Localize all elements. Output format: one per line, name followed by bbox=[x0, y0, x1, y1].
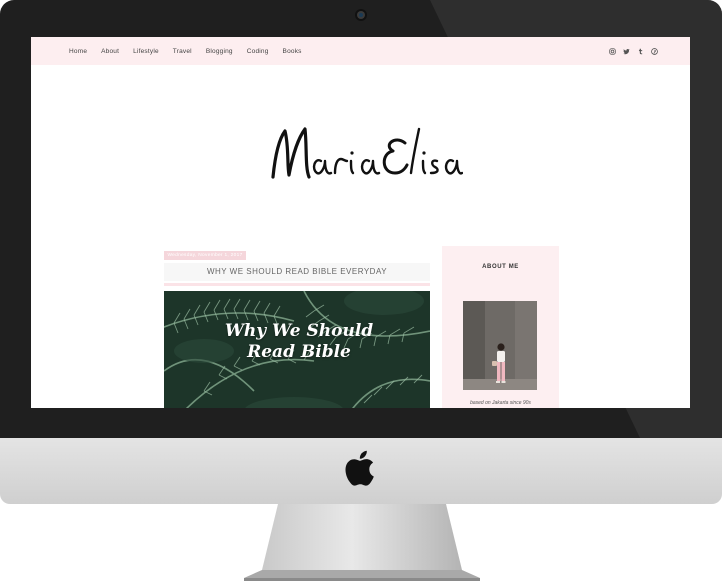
nav-item-books[interactable]: Books bbox=[283, 48, 302, 55]
main-menu: Home About Lifestyle Travel Blogging Cod… bbox=[69, 37, 302, 65]
site-logo[interactable] bbox=[263, 117, 463, 189]
social-links bbox=[609, 37, 658, 65]
pinterest-icon[interactable] bbox=[651, 47, 658, 55]
post-title[interactable]: WHY WE SHOULD READ BIBLE EVERYDAY bbox=[164, 263, 430, 281]
camera-icon bbox=[357, 11, 365, 19]
instagram-icon[interactable] bbox=[609, 47, 616, 55]
twitter-icon[interactable] bbox=[623, 48, 630, 55]
profile-photo bbox=[463, 301, 537, 390]
post-date: Wednesday, November 1, 2017 bbox=[164, 251, 246, 260]
nav-item-coding[interactable]: Coding bbox=[247, 48, 269, 55]
post-image-caption: Why We Should Read Bible bbox=[224, 321, 374, 362]
apple-logo-icon bbox=[345, 450, 374, 486]
nav-item-blogging[interactable]: Blogging bbox=[206, 48, 233, 55]
nav-item-lifestyle[interactable]: Lifestyle bbox=[133, 48, 159, 55]
nav-item-home[interactable]: Home bbox=[69, 48, 87, 55]
monitor-bezel: Home About Lifestyle Travel Blogging Cod… bbox=[0, 0, 722, 438]
nav-item-travel[interactable]: Travel bbox=[173, 48, 192, 55]
profile-image bbox=[463, 301, 537, 390]
sidebar-title: ABOUT ME bbox=[482, 264, 519, 270]
tumblr-icon[interactable] bbox=[637, 48, 644, 55]
monitor-stand bbox=[244, 504, 480, 581]
browser-screen: Home About Lifestyle Travel Blogging Cod… bbox=[31, 37, 690, 408]
divider bbox=[164, 283, 430, 286]
post-featured-image[interactable]: Why We Should Read Bible bbox=[164, 291, 430, 408]
top-navigation-bar: Home About Lifestyle Travel Blogging Cod… bbox=[31, 37, 690, 65]
nav-item-about[interactable]: About bbox=[101, 48, 119, 55]
sidebar-about: ABOUT ME based on Jakarta since 90s bbox=[442, 246, 559, 408]
sidebar-caption: based on Jakarta since 90s bbox=[470, 400, 531, 406]
